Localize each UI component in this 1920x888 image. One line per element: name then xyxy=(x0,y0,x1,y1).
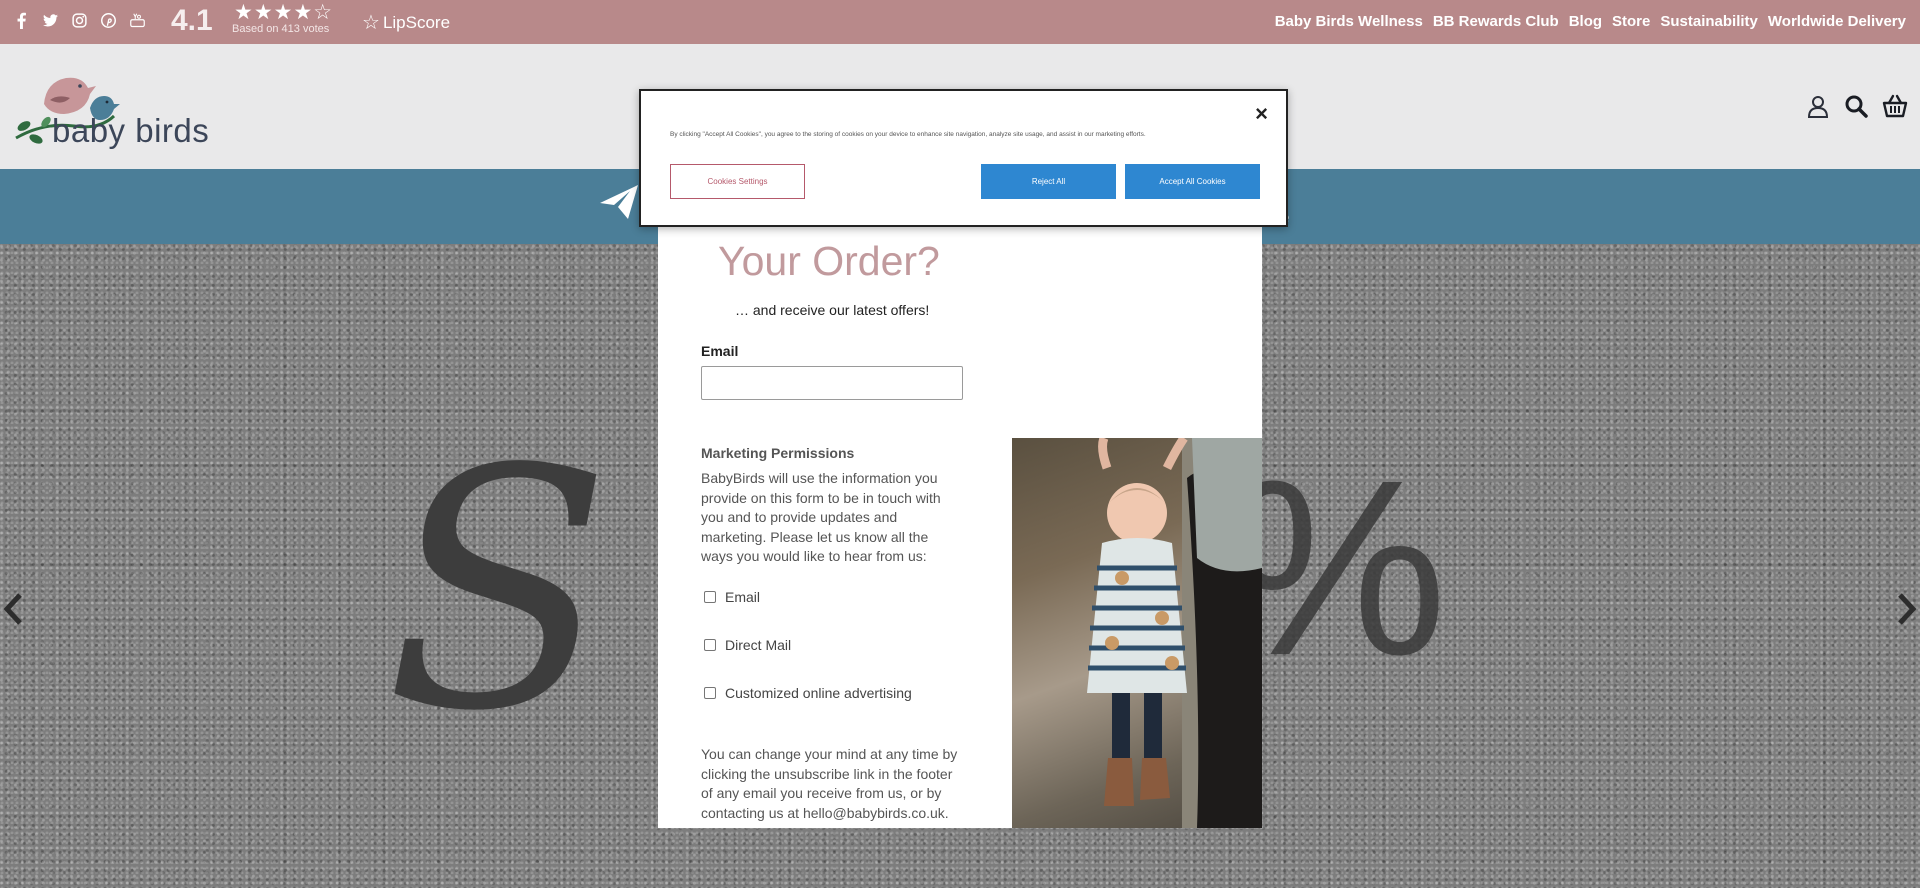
email-input[interactable] xyxy=(701,366,963,400)
popup-headline: Your Order? xyxy=(718,238,940,284)
lipscore-logo[interactable]: ☆ LipScore xyxy=(362,10,450,35)
nav-item-wellness[interactable]: Baby Birds Wellness xyxy=(1275,13,1423,30)
rating-score: 4.1 xyxy=(171,4,213,37)
unsubscribe-note: You can change your mind at any time by … xyxy=(701,746,958,821)
email-label: Email xyxy=(701,343,739,359)
top-bar: 4.1 ★★★★☆ Based on 413 votes ☆ LipScore … xyxy=(0,0,1920,44)
cookie-settings-button[interactable]: Cookies Settings xyxy=(670,164,805,199)
rating-stars-icon: ★★★★☆ xyxy=(234,1,334,24)
nav-item-rewards[interactable]: BB Rewards Club xyxy=(1433,13,1559,30)
option-direct-mail-label: Direct Mail xyxy=(725,637,792,653)
lipscore-star-icon: ☆ xyxy=(362,12,380,34)
nav-item-delivery[interactable]: Worldwide Delivery xyxy=(1768,13,1906,30)
header-actions xyxy=(1806,94,1908,118)
cookie-banner: × By clicking "Accept All Cookies", you … xyxy=(639,89,1288,227)
nav-item-sustainability[interactable]: Sustainability xyxy=(1660,13,1758,30)
permissions-body: BabyBirds will use the information you p… xyxy=(701,470,941,564)
newsletter-popup: Your Order? … and receive our latest off… xyxy=(658,170,1262,828)
facebook-icon[interactable] xyxy=(14,12,29,30)
option-email-label: Email xyxy=(725,589,761,605)
carousel-prev-icon[interactable] xyxy=(2,592,24,635)
reject-all-button[interactable]: Reject All xyxy=(981,164,1116,199)
accept-all-cookies-button[interactable]: Accept All Cookies xyxy=(1125,164,1260,199)
instagram-icon[interactable] xyxy=(72,12,87,29)
option-advertising-checkbox[interactable] xyxy=(704,687,716,699)
cookie-policy-text: By clicking "Accept All Cookies", you ag… xyxy=(670,131,1146,138)
popup-subheadline: … and receive our latest offers! xyxy=(735,302,930,318)
nav-item-blog[interactable]: Blog xyxy=(1569,13,1602,30)
top-nav: Baby Birds Wellness BB Rewards Club Blog… xyxy=(1275,13,1906,30)
option-direct-mail[interactable]: Direct Mail xyxy=(704,637,791,653)
logo-wordmark: baby birds xyxy=(52,112,210,149)
option-email[interactable]: Email xyxy=(704,589,760,605)
carousel-next-icon[interactable] xyxy=(1896,592,1918,635)
hero-letter: S xyxy=(385,399,612,783)
social-links xyxy=(14,12,145,30)
option-direct-mail-checkbox[interactable] xyxy=(704,639,716,651)
close-icon[interactable]: × xyxy=(1255,101,1268,127)
site-logo[interactable]: baby birds xyxy=(14,64,224,154)
account-icon[interactable] xyxy=(1806,94,1830,118)
search-icon[interactable] xyxy=(1844,94,1868,118)
option-advertising-label: Customized online advertising xyxy=(725,685,912,701)
option-advertising[interactable]: Customized online advertising xyxy=(704,685,912,701)
twitter-icon[interactable] xyxy=(43,12,58,29)
nav-item-store[interactable]: Store xyxy=(1612,13,1650,30)
child-photo xyxy=(1012,438,1262,828)
option-email-checkbox[interactable] xyxy=(704,591,716,603)
lipscore-label: LipScore xyxy=(382,12,451,32)
paper-plane-icon xyxy=(600,185,638,229)
youtube-icon[interactable] xyxy=(130,12,145,29)
pinterest-icon[interactable] xyxy=(101,12,116,29)
rating-votes: Based on 413 votes xyxy=(232,23,330,35)
basket-icon[interactable] xyxy=(1882,94,1908,118)
permissions-title: Marketing Permissions xyxy=(701,445,855,461)
